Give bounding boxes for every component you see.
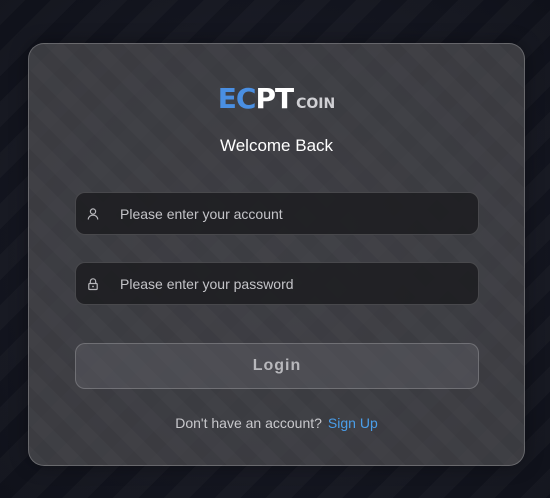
- sign-up-link[interactable]: Sign Up: [328, 415, 378, 431]
- account-input[interactable]: [114, 193, 470, 234]
- signup-prompt: Don't have an account?: [175, 415, 322, 431]
- page-background: { "logo": { "part1": "EC", "part2": "PT"…: [0, 0, 550, 498]
- login-button[interactable]: Login: [75, 343, 479, 389]
- ecpt-coin-logo: ECPT COIN: [29, 82, 524, 115]
- logo-text-pt: PT: [255, 82, 294, 115]
- logo-text-coin: COIN: [296, 96, 336, 112]
- password-input[interactable]: [114, 263, 470, 304]
- account-field[interactable]: [75, 192, 479, 235]
- signup-row: Don't have an account? Sign Up: [29, 415, 524, 431]
- logo-text-ec: EC: [217, 82, 257, 115]
- login-card: ECPTCOIN Welcome Back Login Don't have a…: [28, 43, 525, 466]
- lock-icon: [88, 278, 98, 291]
- password-field[interactable]: [75, 262, 479, 305]
- page-title: Welcome Back: [219, 136, 334, 155]
- user-icon: [87, 208, 99, 220]
